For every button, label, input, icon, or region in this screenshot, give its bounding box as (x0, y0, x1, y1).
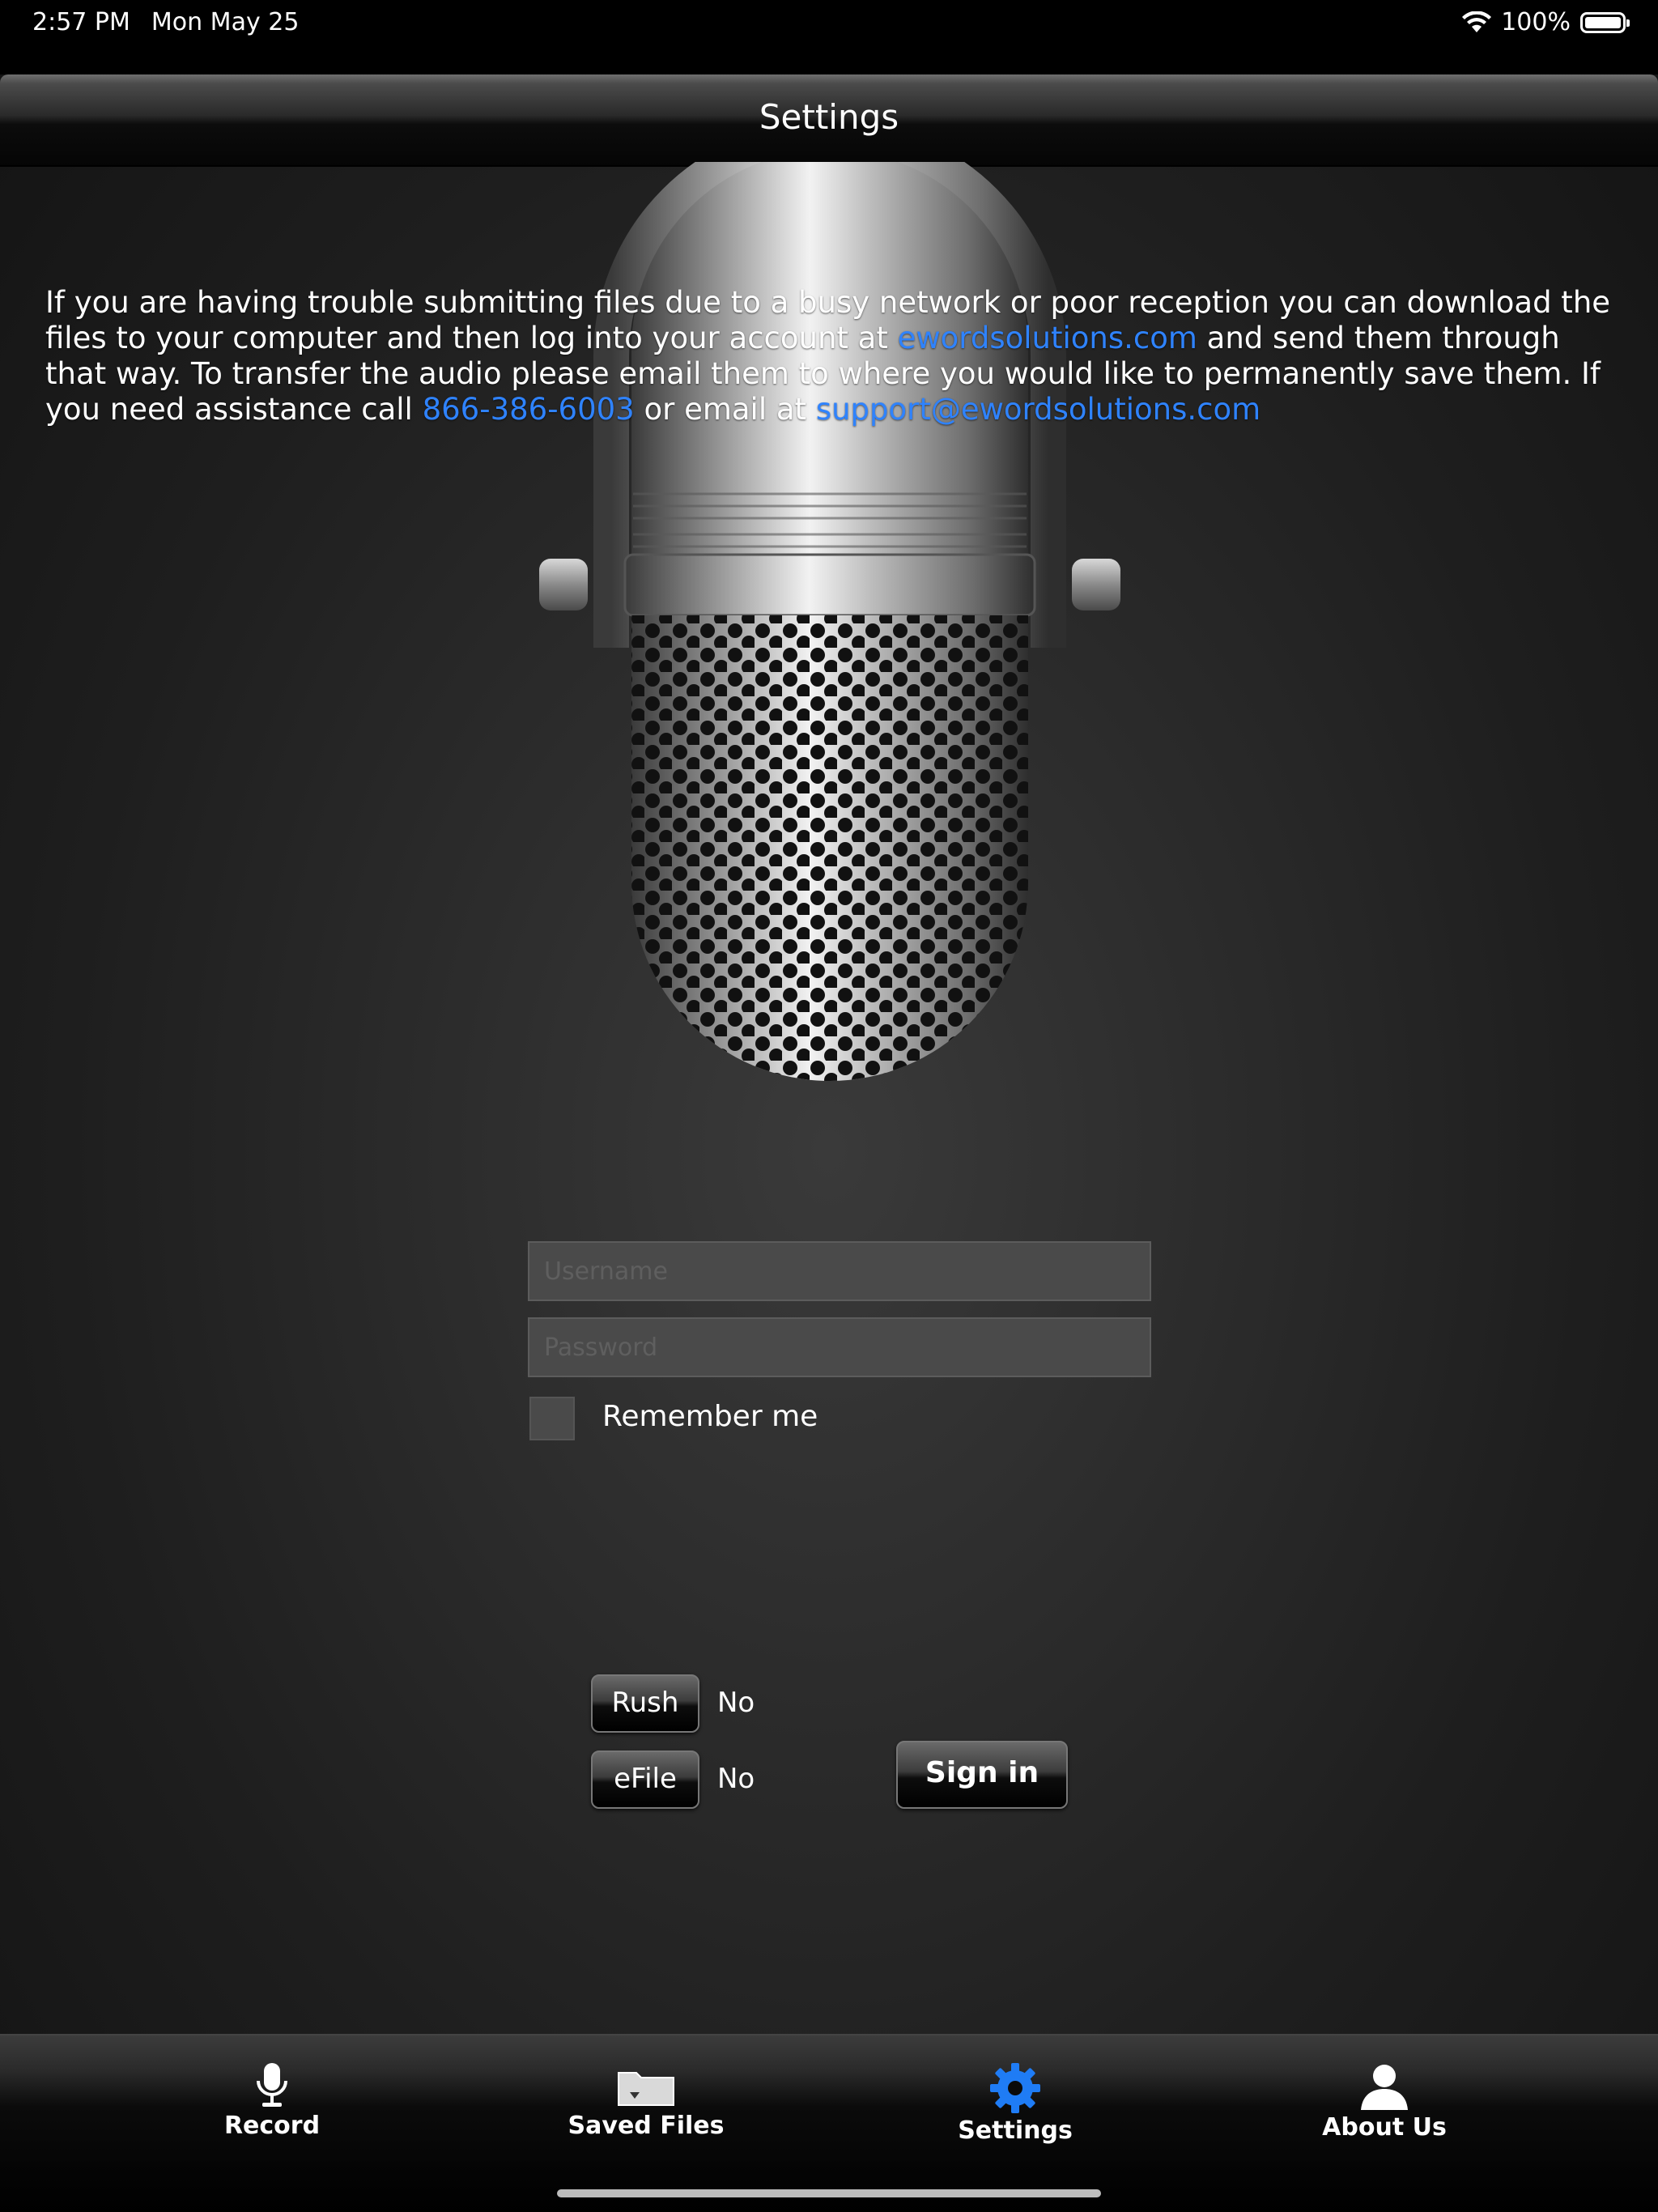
rush-value: No (717, 1687, 755, 1719)
tab-settings-label: Settings (958, 2116, 1073, 2145)
status-time: 2:57 PM (32, 8, 130, 36)
tab-saved-files-label: Saved Files (568, 2112, 725, 2140)
person-icon (1361, 2065, 1408, 2110)
username-field[interactable] (528, 1241, 1151, 1301)
folder-icon (618, 2072, 674, 2106)
password-field[interactable] (528, 1317, 1151, 1377)
phone-link[interactable]: 866-386-6003 (423, 392, 635, 427)
gear-icon (990, 2063, 1040, 2113)
wifi-icon (1462, 11, 1492, 32)
sign-in-button[interactable]: Sign in (896, 1741, 1068, 1809)
remember-me-label: Remember me (602, 1400, 818, 1433)
nav-bar: Settings (0, 74, 1658, 167)
status-indicators: 100% (1462, 8, 1630, 36)
status-bar: 2:57 PM Mon May 25 100% (0, 0, 1658, 74)
battery-icon (1580, 11, 1630, 33)
tab-saved-files[interactable]: Saved Files (525, 2061, 767, 2159)
remember-me-checkbox[interactable] (529, 1397, 575, 1440)
efile-value: No (717, 1763, 755, 1795)
help-text-part-3: or email at (634, 392, 816, 427)
tab-record-label: Record (223, 2112, 321, 2140)
tab-about-us[interactable]: About Us (1263, 2061, 1506, 2159)
status-clock: 2:57 PM Mon May 25 (32, 8, 299, 36)
website-link[interactable]: ewordsolutions.com (898, 321, 1197, 355)
tab-about-us-label: About Us (1322, 2113, 1447, 2142)
settings-screen: 2:57 PM Mon May 25 100% Settings If you … (0, 0, 1658, 2212)
battery-percent: 100% (1501, 8, 1571, 36)
email-link[interactable]: support@ewordsolutions.com (816, 392, 1261, 427)
help-text: If you are having trouble submitting fil… (45, 285, 1624, 428)
page-title: Settings (759, 97, 899, 137)
microphone-icon (257, 2063, 287, 2107)
tab-bar: Record Saved Files Settings About Us (0, 2034, 1658, 2212)
status-date: Mon May 25 (151, 8, 300, 36)
efile-button[interactable]: eFile (591, 1750, 699, 1809)
tab-record[interactable]: Record (151, 2061, 393, 2159)
tab-settings[interactable]: Settings (894, 2061, 1137, 2159)
rush-button[interactable]: Rush (591, 1674, 699, 1733)
home-indicator[interactable] (557, 2189, 1101, 2197)
